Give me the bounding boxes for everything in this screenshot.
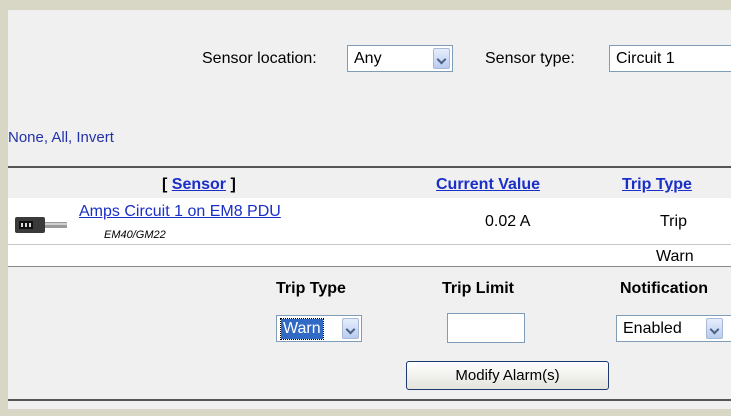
modify-alarms-button[interactable]: Modify Alarm(s)	[406, 361, 609, 390]
trip-type-label: Trip Type	[276, 280, 346, 297]
sensor-type-select[interactable]: Circuit 1	[609, 45, 731, 72]
row-bottom-border	[8, 266, 731, 267]
notification-value: Enabled	[623, 320, 682, 337]
trip-type-select[interactable]: Warn	[276, 315, 362, 342]
sensor-column-header: [ Sensor ]	[162, 176, 236, 193]
trip-type-header[interactable]: Trip Type	[622, 176, 692, 194]
table-bottom-border	[8, 399, 731, 401]
trip-limit-label: Trip Limit	[442, 280, 514, 297]
chevron-down-icon[interactable]	[706, 318, 723, 339]
trip-limit-input[interactable]	[447, 313, 525, 343]
current-value-header[interactable]: Current Value	[436, 176, 540, 194]
chevron-down-icon[interactable]	[433, 48, 450, 69]
sensor-model: EM40/GM22	[104, 229, 166, 241]
selection-links: None, All, Invert	[8, 129, 114, 146]
sensor-type-value: Circuit 1	[616, 50, 675, 67]
sensor-location-value: Any	[354, 50, 382, 67]
sensor-type-label: Sensor type:	[485, 50, 575, 67]
sensor-sort-link[interactable]: Sensor	[172, 176, 226, 193]
sensor-location-select[interactable]: Any	[347, 45, 453, 72]
select-none-link[interactable]: None	[8, 129, 44, 146]
trip-type-trip: Trip	[660, 213, 687, 230]
table-top-border	[8, 166, 731, 168]
row-divider	[8, 244, 731, 245]
sensor-location-label: Sensor location:	[202, 50, 317, 67]
chevron-down-icon[interactable]	[342, 318, 359, 339]
notification-select[interactable]: Enabled	[616, 315, 731, 342]
sensor-name-link[interactable]: Amps Circuit 1 on EM8 PDU	[79, 203, 281, 221]
select-all-link[interactable]: All	[51, 129, 68, 146]
current-value: 0.02 A	[485, 213, 531, 230]
notification-label: Notification	[620, 280, 708, 297]
select-invert-link[interactable]: Invert	[76, 129, 114, 146]
trip-type-warn: Warn	[656, 248, 694, 265]
trip-type-select-value: Warn	[280, 318, 324, 340]
pdu-sensor-icon	[14, 215, 70, 235]
alarm-panel: Sensor location: Any Sensor type: Circui…	[8, 10, 731, 409]
